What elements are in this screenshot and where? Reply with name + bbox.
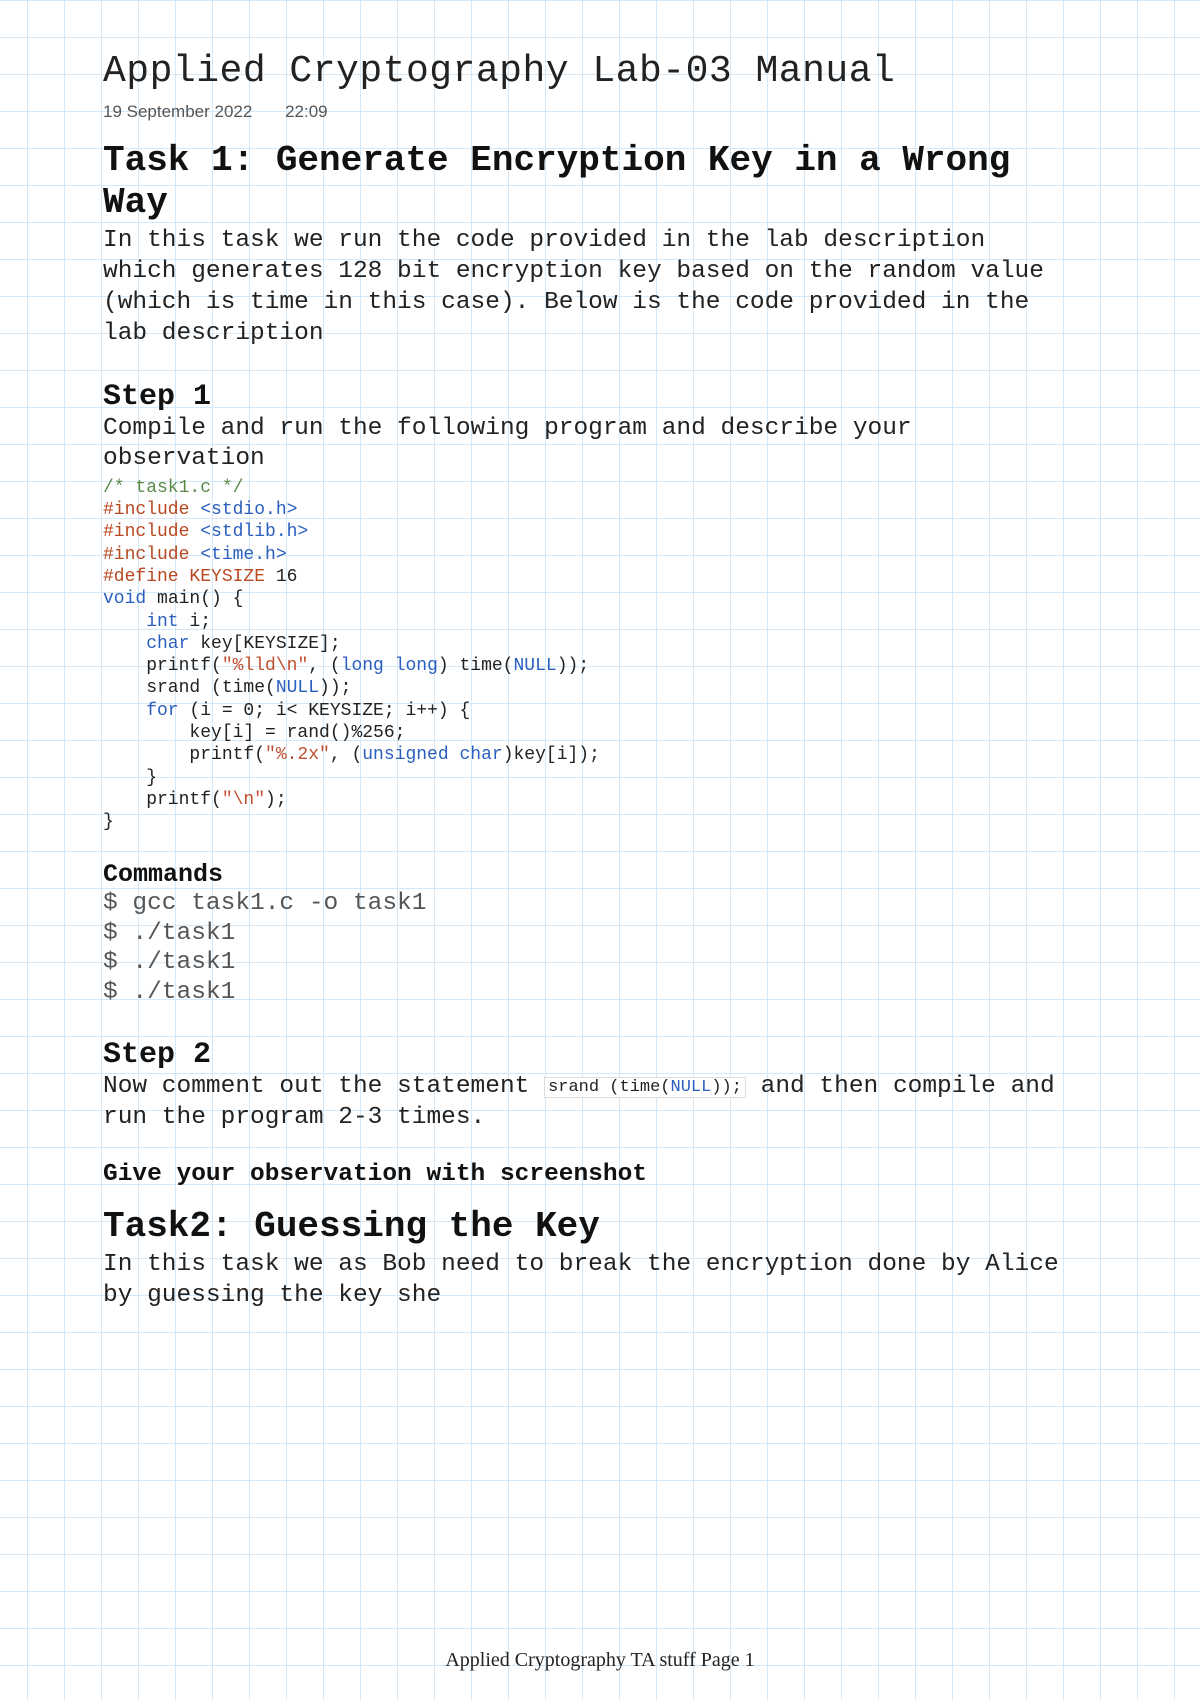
code-printf1-d: ));	[557, 656, 589, 676]
page-content: Applied Cryptography Lab-03 Manual 19 Se…	[0, 0, 1060, 1312]
commands-heading: Commands	[103, 860, 1060, 889]
code-include3-pre: #include	[103, 545, 200, 565]
step2-body: Now comment out the statement srand (tim…	[103, 1072, 1060, 1133]
inline-code-null: NULL	[671, 1078, 712, 1097]
code-define-pre: #define KEYSIZE	[103, 567, 276, 587]
code-printf1-str: "%lld\n"	[222, 656, 308, 676]
step1-heading: Step 1	[103, 380, 1060, 414]
code-include2-hdr: <stdlib.h>	[200, 522, 308, 542]
inline-code-srand: srand (time(NULL));	[544, 1077, 746, 1098]
code-char-kw: char	[103, 634, 189, 654]
code-include1-pre: #include	[103, 500, 200, 520]
code-int-kw: int	[103, 612, 179, 632]
code-printf2-str: "%.2x"	[265, 745, 330, 765]
code-printf2-a: printf(	[103, 745, 265, 765]
code-printf1-b: , (	[308, 656, 340, 676]
code-char-rest: key[KEYSIZE];	[189, 634, 340, 654]
code-printf3-a: printf(	[103, 790, 222, 810]
step2-text-a: Now comment out the statement	[103, 1073, 544, 1100]
document-title: Applied Cryptography Lab-03 Manual	[103, 48, 1060, 96]
document-meta: 19 September 2022 22:09	[103, 102, 1060, 122]
task1-intro: In this task we run the code provided in…	[103, 226, 1060, 349]
code-printf2-b: , (	[330, 745, 362, 765]
code-brace1: }	[103, 768, 157, 788]
code-include1-hdr: <stdio.h>	[200, 500, 297, 520]
code-include3-hdr: <time.h>	[200, 545, 286, 565]
inline-code-a: srand (time(	[548, 1078, 670, 1097]
step2-heading: Step 2	[103, 1038, 1060, 1072]
code-printf1-kw: long long	[341, 656, 438, 676]
code-srand-b: ));	[319, 678, 351, 698]
code-key-line: key[i] = rand()%256;	[103, 723, 405, 743]
code-int-rest: i;	[179, 612, 211, 632]
code-include2-pre: #include	[103, 522, 200, 542]
code-main-rest: main() {	[146, 589, 243, 609]
code-srand-a: srand (time(	[103, 678, 276, 698]
task2-heading: Task2: Guessing the Key	[103, 1206, 1060, 1248]
task1-heading: Task 1: Generate Encryption Key in a Wro…	[103, 140, 1060, 225]
code-printf1-null: NULL	[514, 656, 557, 676]
code-brace2: }	[103, 812, 114, 832]
code-block-task1: /* task1.c */ #include <stdio.h> #includ…	[103, 477, 1060, 834]
code-printf2-c: )key[i]);	[503, 745, 600, 765]
document-date: 19 September 2022	[103, 102, 252, 121]
code-printf3-str: "\n"	[222, 790, 265, 810]
code-define-val: 16	[276, 567, 298, 587]
code-printf1-a: printf(	[103, 656, 222, 676]
page-footer: Applied Cryptography TA stuff Page 1	[0, 1649, 1200, 1672]
code-printf1-c: ) time(	[438, 656, 514, 676]
code-for-kw: for	[103, 701, 179, 721]
task2-body: In this task we as Bob need to break the…	[103, 1250, 1060, 1312]
code-printf3-b: );	[265, 790, 287, 810]
commands-block: $ gcc task1.c -o task1 $ ./task1 $ ./tas…	[103, 889, 1060, 1009]
observation-prompt: Give your observation with screenshot	[103, 1161, 1060, 1188]
code-printf2-kw: unsigned char	[362, 745, 502, 765]
code-main-kw: void	[103, 589, 146, 609]
step1-body: Compile and run the following program an…	[103, 414, 1060, 475]
code-comment: /* task1.c */	[103, 478, 243, 498]
code-srand-null: NULL	[276, 678, 319, 698]
code-for-rest: (i = 0; i< KEYSIZE; i++) {	[179, 701, 471, 721]
document-time: 22:09	[285, 102, 328, 121]
inline-code-b: ));	[711, 1078, 742, 1097]
